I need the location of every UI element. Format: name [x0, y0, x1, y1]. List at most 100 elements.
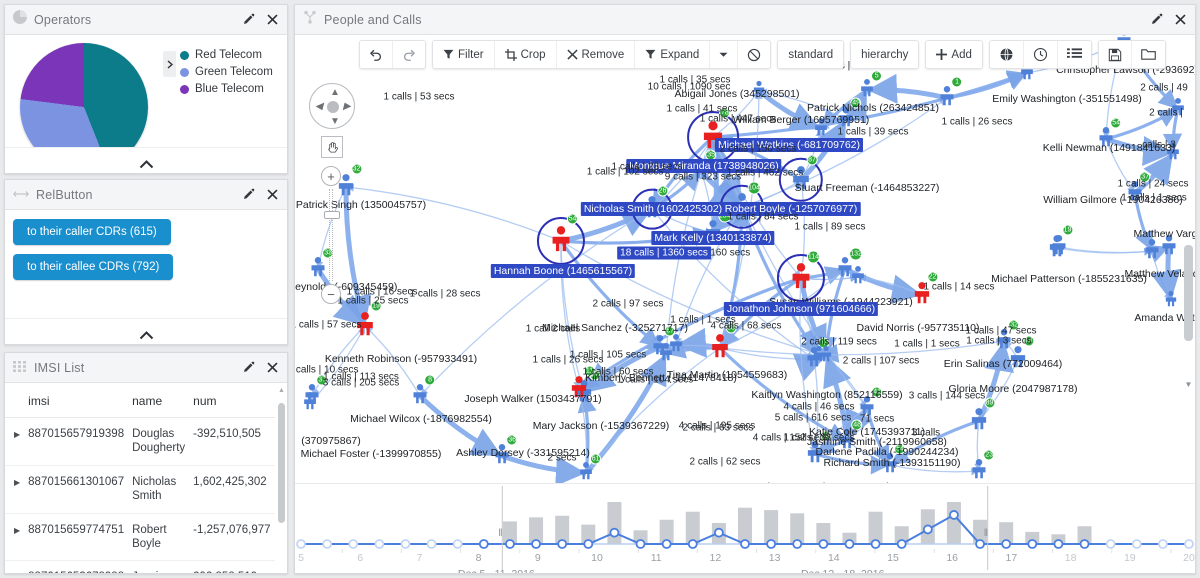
timeline-range-handle[interactable]: ǁ	[984, 527, 988, 539]
graph-node[interactable]: 23	[971, 449, 995, 484]
graph-node[interactable]	[1161, 235, 1177, 260]
globe-icon[interactable]	[989, 41, 1024, 68]
graph-node[interactable]: 14	[1009, 335, 1035, 373]
timeline-bar[interactable]	[764, 510, 779, 544]
pan-control[interactable]: ▲ ▼ ◀ ▶	[309, 83, 355, 129]
timeline-point[interactable]	[1053, 539, 1064, 549]
timeline-point[interactable]	[1184, 539, 1194, 549]
timeline-point[interactable]	[583, 539, 594, 549]
panel-operators-collapse[interactable]	[5, 147, 287, 173]
graph-node[interactable]: 54	[882, 443, 906, 478]
graph-node[interactable]: 35	[693, 149, 717, 184]
graph-node[interactable]	[1165, 290, 1177, 312]
graph-node[interactable]: 11	[570, 365, 596, 403]
timeline-point[interactable]	[922, 524, 933, 535]
graph-node[interactable]: 87	[792, 154, 818, 195]
timeline-point[interactable]	[949, 510, 959, 520]
timeline-point[interactable]	[505, 539, 515, 549]
graph-node[interactable]	[1166, 141, 1180, 165]
graph-node[interactable]	[659, 342, 673, 366]
graph-edge[interactable]	[719, 338, 1005, 356]
row-expand-toggle[interactable]: ▶	[5, 417, 25, 466]
expand-dropdown-button[interactable]	[710, 41, 739, 68]
timeline-point[interactable]	[635, 539, 646, 549]
graph-node[interactable]: 8	[412, 374, 436, 409]
timeline-point[interactable]	[478, 539, 489, 549]
hand-tool-button[interactable]	[321, 136, 343, 158]
scrollbar-thumb[interactable]	[1184, 245, 1193, 341]
graph-edge[interactable]	[501, 453, 587, 483]
timeline-point[interactable]	[531, 539, 541, 549]
table-row[interactable]: ▶887015653678988Jessica Alexander292,858…	[5, 560, 275, 573]
graph-node[interactable]: 41	[859, 386, 883, 421]
graph-edge[interactable]	[345, 183, 562, 242]
timeline-point[interactable]	[1027, 539, 1038, 549]
undo-button[interactable]	[360, 41, 393, 68]
pan-left-icon[interactable]: ◀	[315, 102, 323, 112]
pan-down-icon[interactable]: ▼	[330, 117, 340, 127]
graph-edge[interactable]	[585, 347, 721, 474]
expand-button[interactable]: Expand	[635, 41, 711, 68]
graph-canvas[interactable]: 32 33 19 37 8 36 61 27 11 54 26 78 35 104 104 87 49 1 54 37…	[295, 35, 1195, 483]
graph-node[interactable]: 49	[838, 97, 862, 132]
timeline-point[interactable]	[844, 539, 855, 549]
layout-hierarchy-button[interactable]: hierarchy	[851, 41, 919, 68]
list-icon[interactable]	[1057, 41, 1091, 68]
timeline-point[interactable]	[713, 527, 724, 538]
graph-node[interactable]: 32	[996, 319, 1020, 354]
timeline-point[interactable]	[348, 539, 359, 549]
graph-node[interactable]: 61	[579, 453, 602, 484]
zoom-out-button[interactable]: −	[321, 284, 341, 304]
timeline-point[interactable]	[400, 539, 411, 549]
close-icon[interactable]	[266, 361, 279, 374]
imsi-scrollbar[interactable]: ▲	[278, 387, 285, 569]
timeline-point[interactable]	[687, 539, 698, 549]
timeline-point[interactable]	[1105, 539, 1116, 549]
timeline-point[interactable]	[740, 539, 750, 549]
timeline-point[interactable]	[609, 527, 620, 538]
scroll-up-icon[interactable]: ▲	[278, 387, 285, 394]
table-row[interactable]: ▶ 887015657919398 Douglas Dougherty -392,51…	[5, 417, 275, 466]
edit-icon[interactable]	[242, 13, 255, 26]
close-icon[interactable]	[266, 13, 279, 26]
row-expand-toggle[interactable]: ▶	[5, 513, 25, 562]
timeline-point[interactable]	[896, 539, 907, 549]
add-button[interactable]: Add	[926, 41, 982, 68]
timeline-point[interactable]	[426, 539, 437, 549]
graph-node[interactable]: 89	[970, 397, 996, 435]
table-row[interactable]: ▶ 887015661301067 Nicholas Smith 1,602,425,…	[5, 465, 275, 514]
legend-item[interactable]: Red Telecom	[180, 49, 287, 61]
redo-button[interactable]	[393, 41, 425, 68]
save-icon[interactable]	[1098, 41, 1132, 68]
edit-icon[interactable]	[242, 188, 255, 201]
column-header-num[interactable]: num	[189, 383, 275, 418]
filter-button[interactable]: Filter	[433, 41, 495, 68]
graph-node[interactable]: 50	[806, 430, 832, 468]
timeline-point[interactable]	[1079, 539, 1090, 549]
graph-edge[interactable]	[757, 89, 822, 132]
close-icon[interactable]	[266, 188, 279, 201]
timeline-chart[interactable]: 5 6 7 8 9 10 11 12 13 14 15 16 17 18 19 20 ǁ ǁ Dec 5 - 11,…	[295, 483, 1195, 573]
row-expand-toggle[interactable]: ▶	[5, 560, 25, 573]
graph-edge[interactable]	[889, 464, 980, 476]
timeline-bar[interactable]	[738, 507, 752, 544]
legend-item[interactable]: Green Telecom	[180, 66, 287, 78]
graph-node[interactable]: 104	[704, 209, 732, 247]
graph-edge[interactable]	[1058, 246, 1153, 256]
graph-node[interactable]: 5	[860, 70, 883, 102]
graph-node[interactable]	[814, 117, 828, 141]
caller-cdrs-button[interactable]: to their caller CDRs (615)	[13, 219, 171, 245]
graph-node[interactable]: 54	[551, 213, 578, 257]
timeline-point[interactable]	[452, 539, 463, 549]
column-header-imsi[interactable]: imsi	[24, 383, 129, 418]
ban-button[interactable]	[738, 41, 771, 68]
timeline-point[interactable]	[1001, 539, 1012, 549]
graph-node[interactable]: 54	[1098, 117, 1122, 152]
graph-node[interactable]	[1144, 239, 1160, 264]
scroll-down-icon[interactable]: ▼	[1184, 380, 1193, 389]
timeline-point[interactable]	[975, 539, 985, 549]
layout-standard-button[interactable]: standard	[778, 41, 844, 68]
graph-node[interactable]: 36	[494, 434, 518, 469]
timeline-point[interactable]	[557, 539, 568, 549]
graph-edge[interactable]	[866, 73, 948, 104]
